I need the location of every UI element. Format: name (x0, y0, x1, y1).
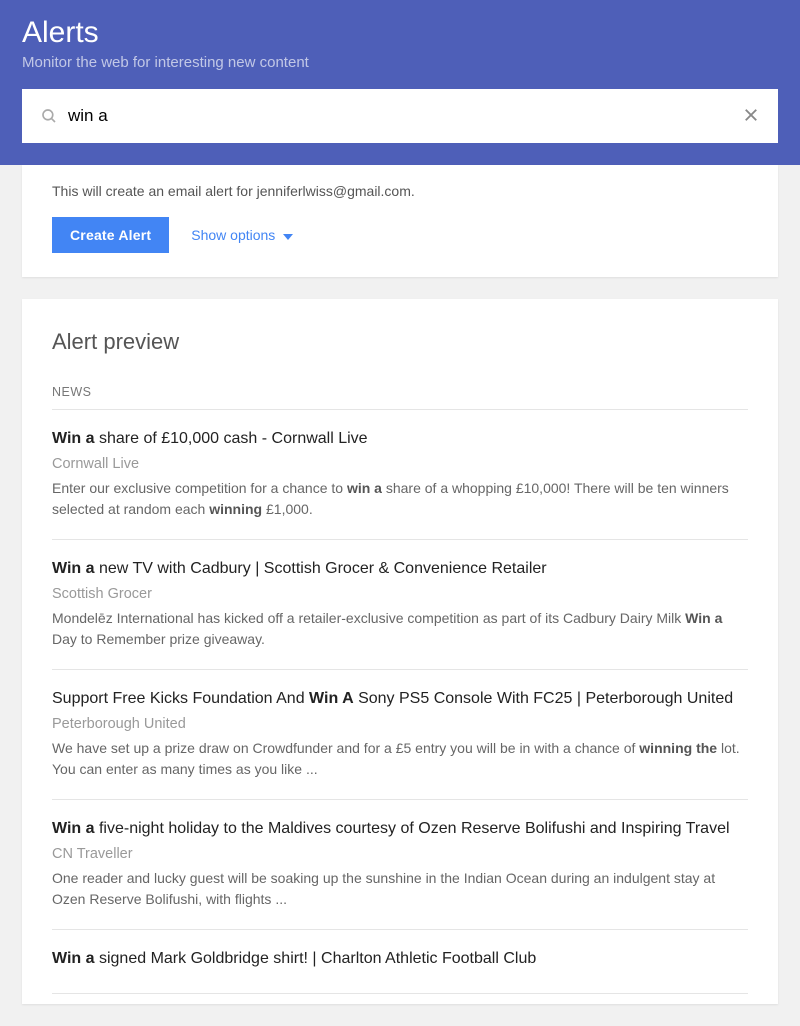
result-snippet: One reader and lucky guest will be soaki… (52, 868, 748, 911)
create-alert-button[interactable]: Create Alert (52, 217, 169, 253)
result-title[interactable]: Win a new TV with Cadbury | Scottish Gro… (52, 558, 748, 580)
search-icon (40, 107, 58, 125)
result-title[interactable]: Win a share of £10,000 cash - Cornwall L… (52, 428, 748, 450)
results-list: Win a share of £10,000 cash - Cornwall L… (52, 410, 748, 994)
result-title[interactable]: Support Free Kicks Foundation And Win A … (52, 688, 748, 710)
search-input[interactable] (68, 106, 738, 126)
create-alert-card: This will create an email alert for jenn… (22, 165, 778, 277)
result-item: Win a new TV with Cadbury | Scottish Gro… (52, 540, 748, 670)
result-snippet: Enter our exclusive competition for a ch… (52, 478, 748, 521)
page-subtitle: Monitor the web for interesting new cont… (22, 54, 778, 71)
result-item: Support Free Kicks Foundation And Win A … (52, 670, 748, 800)
create-alert-info: This will create an email alert for jenn… (52, 183, 748, 199)
close-icon (742, 106, 760, 127)
result-source: CN Traveller (52, 846, 748, 862)
chevron-down-icon (283, 227, 293, 243)
result-item: Win a five-night holiday to the Maldives… (52, 800, 748, 930)
main-area: This will create an email alert for jenn… (0, 165, 800, 1026)
show-options-label: Show options (191, 227, 275, 243)
result-snippet: We have set up a prize draw on Crowdfund… (52, 738, 748, 781)
clear-search-button[interactable] (738, 102, 764, 131)
header: Alerts Monitor the web for interesting n… (0, 0, 800, 165)
result-source: Peterborough United (52, 716, 748, 732)
alert-preview-card: Alert preview NEWS Win a share of £10,00… (22, 299, 778, 1004)
result-item: Win a share of £10,000 cash - Cornwall L… (52, 410, 748, 540)
create-alert-actions: Create Alert Show options (52, 217, 748, 253)
section-label-news: NEWS (52, 385, 748, 399)
search-box[interactable] (22, 89, 778, 143)
result-title[interactable]: Win a five-night holiday to the Maldives… (52, 818, 748, 840)
preview-title: Alert preview (52, 329, 748, 355)
show-options-link[interactable]: Show options (191, 227, 293, 243)
result-source: Scottish Grocer (52, 586, 748, 602)
result-item: Win a signed Mark Goldbridge shirt! | Ch… (52, 930, 748, 995)
result-source: Cornwall Live (52, 456, 748, 472)
page-title: Alerts (22, 16, 778, 50)
result-snippet: Mondelēz International has kicked off a … (52, 608, 748, 651)
result-title[interactable]: Win a signed Mark Goldbridge shirt! | Ch… (52, 948, 748, 970)
